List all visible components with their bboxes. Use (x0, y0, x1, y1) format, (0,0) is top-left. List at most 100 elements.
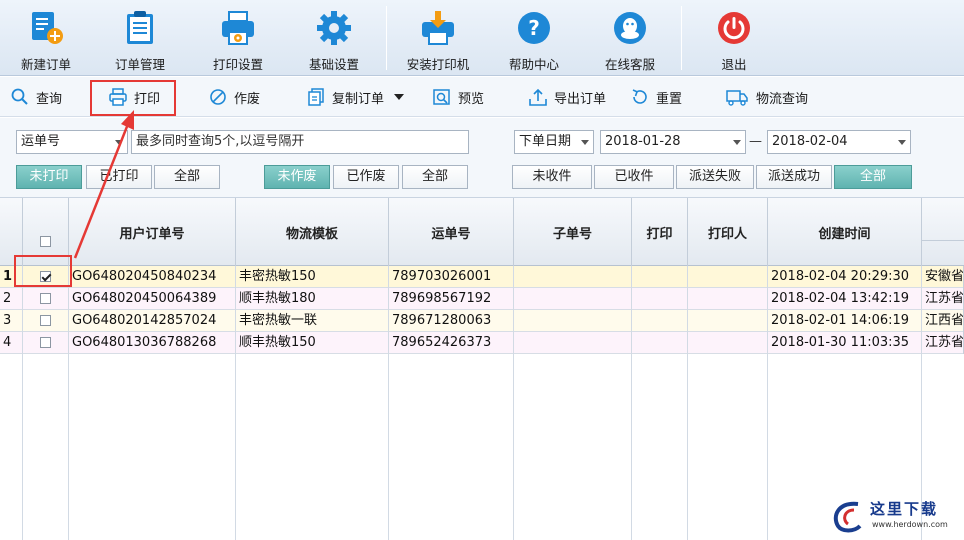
cell-waybill: 789652426373 (389, 332, 514, 354)
row-checkbox[interactable] (40, 337, 51, 348)
filter-void[interactable]: 已作废 (333, 165, 399, 189)
basic-settings-button[interactable]: 基础设置 (302, 0, 366, 76)
column-divider (767, 266, 768, 540)
column-divider (513, 266, 514, 540)
chevron-down-icon (733, 140, 741, 145)
online-service-button[interactable]: 在线客服 (598, 0, 662, 76)
gear-icon (317, 11, 351, 45)
cell-print (632, 332, 688, 354)
install-printer-icon (422, 11, 454, 45)
filter-delivery-failed[interactable]: 派送失败 (676, 165, 754, 189)
cell-order: GO648020450840234 (69, 266, 236, 288)
column-divider (631, 266, 632, 540)
preview-icon (433, 89, 450, 105)
date-field-select[interactable]: 下单日期 (514, 130, 594, 154)
logistics-query-label: 物流查询 (756, 91, 809, 107)
column-header-print[interactable]: 打印 (632, 198, 688, 266)
truck-icon (726, 90, 748, 106)
filter-print-all[interactable]: 全部 (154, 165, 220, 189)
search-input[interactable]: 最多同时查询5个,以逗号隔开 (131, 130, 469, 154)
column-divider (388, 266, 389, 540)
exit-button[interactable]: 退出 (702, 0, 766, 76)
table-row[interactable]: 3 GO648020142857024 丰密热敏一联 789671280063 2018… (0, 310, 964, 332)
cell-order: GO648020450064389 (69, 288, 236, 310)
cell-order: GO648013036788268 (69, 332, 236, 354)
column-divider (68, 266, 69, 540)
print-button-highlight (90, 80, 176, 116)
chevron-down-icon (115, 140, 123, 145)
date-to-picker[interactable]: 2018-02-04 (767, 130, 911, 154)
cell-waybill: 789671280063 (389, 310, 514, 332)
export-icon (529, 88, 547, 106)
filter-received[interactable]: 已收件 (594, 165, 674, 189)
filter-void-all[interactable]: 全部 (402, 165, 468, 189)
row-select-cell (23, 310, 69, 332)
watermark: 这里下载 www.herdown.com (828, 496, 958, 536)
cell-order: GO648020142857024 (69, 310, 236, 332)
install-printer-button[interactable]: 安装打印机 (402, 0, 474, 76)
column-header-sub-waybill[interactable]: 子单号 (514, 198, 632, 266)
help-center-button[interactable]: ? 帮助中心 (502, 0, 566, 76)
column-divider (22, 266, 23, 540)
toolbar-divider (386, 6, 387, 70)
table-row[interactable]: 2 GO648020450064389 顺丰热敏180 789698567192 201… (0, 288, 964, 310)
watermark-text: 这里下载 (870, 500, 939, 518)
column-header-order[interactable]: 用户订单号 (69, 198, 236, 266)
cell-print (632, 288, 688, 310)
row-number: 3 (0, 310, 23, 332)
chevron-down-icon[interactable] (394, 94, 405, 100)
filter-not-received[interactable]: 未收件 (512, 165, 592, 189)
filter-bar: 运单号 最多同时查询5个,以逗号隔开 下单日期 2018-01-28 — 201… (0, 118, 964, 198)
void-icon (210, 89, 226, 105)
table-row[interactable]: 1 GO648020450840234 丰密热敏150 789703026001 201… (0, 266, 964, 288)
new-order-icon (32, 12, 63, 44)
void-button[interactable]: 作废 (208, 85, 260, 109)
table-header: 用户订单号 物流模板 运单号 子单号 打印 打印人 创建时间 (0, 198, 964, 266)
print-settings-button[interactable]: 打印设置 (206, 0, 270, 76)
preview-label: 预览 (458, 91, 485, 107)
clipboard-icon (127, 11, 153, 44)
order-management-button[interactable]: 订单管理 (108, 0, 172, 76)
filter-delivery-success[interactable]: 派送成功 (756, 165, 832, 189)
column-header-printer[interactable]: 打印人 (688, 198, 768, 266)
query-button[interactable]: 查询 (10, 85, 62, 109)
table-row[interactable]: 4 GO648013036788268 顺丰热敏150 789652426373 201… (0, 332, 964, 354)
filter-unprinted[interactable]: 未打印 (16, 165, 82, 189)
cell-sub (514, 310, 632, 332)
column-header-created[interactable]: 创建时间 (768, 198, 922, 266)
filter-not-void[interactable]: 未作废 (264, 165, 330, 189)
column-header-subrow (922, 240, 964, 266)
reset-button[interactable]: 重置 (630, 85, 682, 109)
select-all-checkbox[interactable] (40, 235, 51, 247)
column-divider (687, 266, 688, 540)
cell-extra: 江苏省 (922, 332, 964, 354)
cell-extra: 江西省 (922, 310, 964, 332)
search-field-select[interactable]: 运单号 (16, 130, 128, 154)
cell-extra: 江苏省 (922, 288, 964, 310)
cell-sub (514, 288, 632, 310)
date-separator: — (749, 134, 762, 149)
row-checkbox[interactable] (40, 293, 51, 304)
logistics-query-button[interactable]: 物流查询 (724, 85, 808, 109)
date-field-value: 下单日期 (519, 134, 572, 149)
column-header-waybill[interactable]: 运单号 (389, 198, 514, 266)
app-window: 新建订单 订单管理 打印设置 基础设置 安装打印机 ? 帮助中心 在线客服 退出… (0, 0, 964, 540)
copy-order-button[interactable]: 复制订单 (306, 85, 405, 109)
cell-waybill: 789703026001 (389, 266, 514, 288)
exit-label: 退出 (721, 57, 747, 72)
column-header-template[interactable]: 物流模板 (236, 198, 389, 266)
row-checkbox[interactable] (40, 315, 51, 326)
export-order-button[interactable]: 导出订单 (528, 85, 606, 109)
copy-icon (308, 88, 324, 106)
filter-printed[interactable]: 已打印 (86, 165, 152, 189)
preview-button[interactable]: 预览 (432, 85, 484, 109)
date-from-picker[interactable]: 2018-01-28 (600, 130, 746, 154)
chevron-down-icon (581, 140, 589, 145)
reset-label: 重置 (656, 91, 683, 107)
new-order-button[interactable]: 新建订单 (14, 0, 78, 76)
filter-delivery-all[interactable]: 全部 (834, 165, 912, 189)
void-label: 作废 (234, 91, 261, 107)
basic-settings-label: 基础设置 (308, 57, 359, 72)
cell-extra: 安徽省 (922, 266, 964, 288)
new-order-label: 新建订单 (20, 57, 71, 72)
